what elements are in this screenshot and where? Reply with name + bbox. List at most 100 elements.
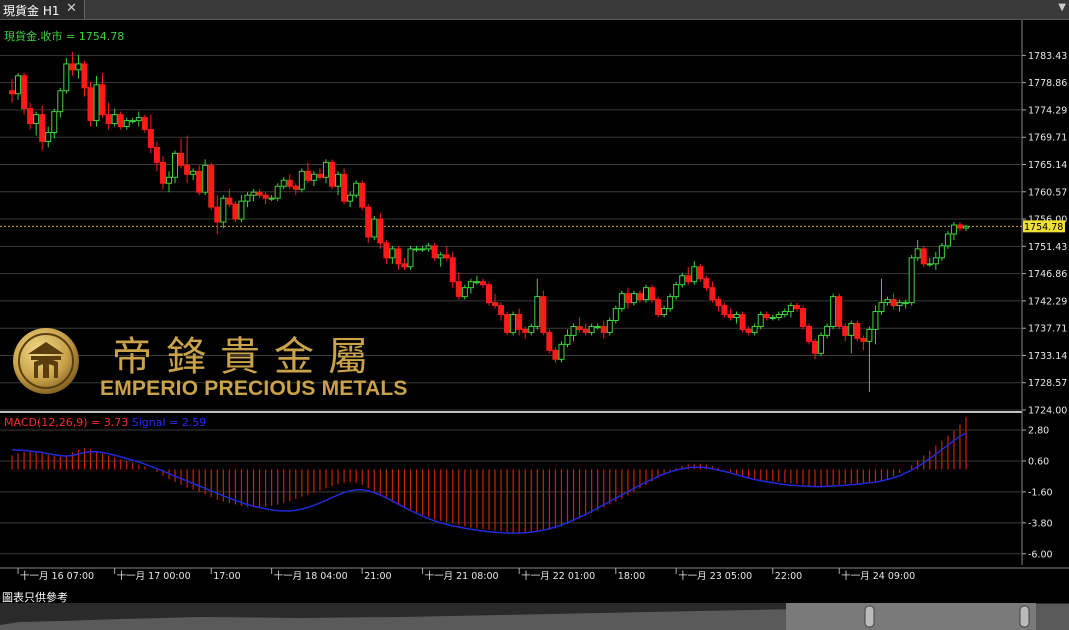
candle-down xyxy=(87,87,94,122)
logo-chinese-name: 帝鋒貴金屬 xyxy=(112,334,382,380)
candle-down xyxy=(552,349,559,360)
candle-down xyxy=(27,108,34,125)
candle-up xyxy=(618,293,625,310)
time-tick-label: 十一月 16 07:00 xyxy=(20,570,94,582)
candle-up xyxy=(202,164,209,193)
candle-up xyxy=(135,117,142,122)
candle-up xyxy=(914,248,921,259)
candle-down xyxy=(208,164,215,208)
candle-up xyxy=(425,245,432,250)
time-tick-label: 十一月 21 08:00 xyxy=(425,570,499,582)
candle-down xyxy=(600,325,607,333)
time-tick-label: 18:00 xyxy=(618,571,645,582)
candle-up xyxy=(884,299,891,304)
time-tick-label: 十一月 22 01:00 xyxy=(521,570,595,582)
candle-down xyxy=(727,314,734,319)
candle-down xyxy=(117,114,124,128)
candle-up xyxy=(588,325,595,333)
candle-up xyxy=(818,334,825,354)
candle-down xyxy=(842,325,849,336)
candle-up xyxy=(407,248,414,268)
emblem-icon xyxy=(13,328,79,394)
candle-down xyxy=(196,170,203,193)
candle-down xyxy=(812,340,819,354)
candle-up xyxy=(389,248,396,259)
candle-down xyxy=(836,296,843,327)
candle-down xyxy=(860,337,867,342)
logo-english-name: EMPERIO PRECIOUS METALS xyxy=(100,377,408,400)
candle-up xyxy=(938,245,945,259)
scrollbar-left-handle[interactable] xyxy=(864,605,875,628)
chart-tab[interactable]: 現貨金 H1 ✕ xyxy=(0,0,85,19)
candle-up xyxy=(220,197,227,223)
time-tick-label: 21:00 xyxy=(364,571,391,582)
candle-down xyxy=(890,299,897,307)
candle-down xyxy=(582,328,589,333)
scrollbar-thumb[interactable] xyxy=(786,603,1036,630)
candle-down xyxy=(99,84,106,116)
candle-up xyxy=(238,200,245,220)
candle-down xyxy=(329,161,336,187)
price-tick-label: 1742.29 xyxy=(1028,296,1067,307)
candle-up xyxy=(908,257,915,304)
candle-up xyxy=(769,317,776,320)
candle-down xyxy=(39,114,46,142)
candle-down xyxy=(395,248,402,265)
candle-up xyxy=(679,275,686,286)
chart-scrollbar[interactable] xyxy=(0,603,1069,630)
candle-up xyxy=(280,179,287,187)
time-tick-label: 17:00 xyxy=(213,571,240,582)
candle-down xyxy=(81,63,88,89)
candle-down xyxy=(636,293,643,301)
candle-up xyxy=(437,254,444,259)
candle-up xyxy=(15,75,22,95)
chart-canvas[interactable]: 1783.43 1778.86 1774.29 1769.71 1765.14 1760.… xyxy=(0,20,1069,603)
candle-up xyxy=(673,284,680,298)
time-tick-label: 22:00 xyxy=(775,571,802,582)
price-tick-label: 1774.29 xyxy=(1028,105,1067,116)
candle-down xyxy=(540,296,547,333)
candle-down xyxy=(292,185,299,190)
candle-down xyxy=(178,152,185,166)
candle-down xyxy=(359,182,366,208)
candle-down xyxy=(256,191,263,196)
time-tick-label: 十一月 18 04:00 xyxy=(274,570,348,582)
candle-up xyxy=(866,328,873,342)
price-tick-label: 1783.43 xyxy=(1028,51,1067,62)
candle-down xyxy=(486,284,492,304)
price-tick-label: 1778.86 xyxy=(1028,78,1067,89)
candle-down xyxy=(479,281,486,286)
scrollbar-right-handle[interactable] xyxy=(1019,605,1030,628)
price-tick-label: 1746.86 xyxy=(1028,269,1067,280)
candle-down xyxy=(21,75,28,110)
macd-tick-label: -6.00 xyxy=(1028,549,1053,560)
main-legend: 現貨金.收市 = 1754.78 xyxy=(4,30,125,43)
candle-down xyxy=(401,263,408,268)
candle-up xyxy=(848,322,855,336)
macd-tick-label: 0.60 xyxy=(1028,456,1049,467)
candle-up xyxy=(775,314,782,319)
candle-up xyxy=(534,296,541,327)
price-tick-label: 1751.43 xyxy=(1028,242,1067,253)
chart-tab-title: 現貨金 H1 xyxy=(3,4,60,18)
time-tick-label: 十一月 24 09:00 xyxy=(841,570,915,582)
candle-up xyxy=(190,170,197,175)
time-tick-label: 十一月 23 05:00 xyxy=(678,570,752,582)
candle-up xyxy=(661,308,668,316)
price-tick-label: 1769.71 xyxy=(1028,133,1067,144)
candle-down xyxy=(799,308,806,327)
price-tick-label: 1765.14 xyxy=(1028,160,1067,171)
candle-up xyxy=(878,302,885,313)
candle-down xyxy=(377,218,384,244)
candle-up xyxy=(950,224,957,235)
candle-down xyxy=(854,322,861,339)
candle-up xyxy=(123,120,130,128)
candle-down xyxy=(655,299,662,316)
dropdown-menu-icon[interactable]: ▼ xyxy=(1058,2,1066,13)
candle-up xyxy=(733,314,740,319)
macd-tick-label: -1.60 xyxy=(1028,487,1053,498)
candle-down xyxy=(498,305,505,316)
candle-up xyxy=(473,281,480,284)
close-icon[interactable]: ✕ xyxy=(66,1,77,16)
candle-up xyxy=(510,314,517,333)
